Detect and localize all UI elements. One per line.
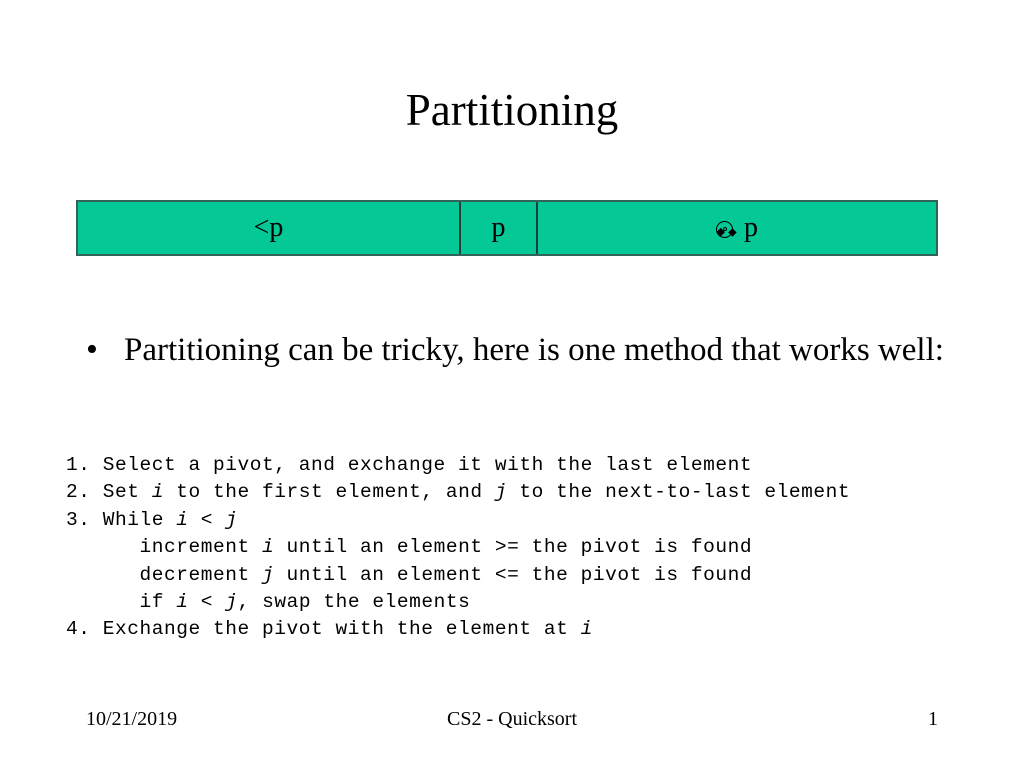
list-item: • Partitioning can be tricky, here is on… <box>86 326 956 374</box>
page-title: Partitioning <box>405 85 619 135</box>
partition-cell-greater-equal-label: p <box>744 212 758 243</box>
footer-title: CS2 - Quicksort <box>447 708 577 730</box>
algorithm-line: 4. Exchange the pivot with the element a… <box>66 618 593 641</box>
algorithm-variable: i <box>176 508 189 531</box>
bullet-marker-icon: • <box>86 331 98 368</box>
algorithm-steps: 1. Select a pivot, and exchange it with … <box>66 452 976 644</box>
partition-cell-pivot: p <box>461 202 538 254</box>
algorithm-variable: i <box>176 591 189 614</box>
partition-cell-greater-equal-pivot: p <box>538 202 936 254</box>
footer-page-number: 1 <box>928 708 938 730</box>
algorithm-variable: j <box>225 508 238 531</box>
algorithm-variable: j <box>494 481 508 504</box>
partition-diagram: <p p p <box>76 200 938 256</box>
algorithm-variable: i <box>580 618 593 641</box>
algorithm-line: increment i until an element >= the pivo… <box>66 536 753 559</box>
partition-cell-less-than-pivot: <p <box>78 202 461 254</box>
algorithm-variable: j <box>262 563 275 586</box>
partition-cell-pivot-label: p <box>491 212 506 243</box>
bullet-list: • Partitioning can be tricky, here is on… <box>86 326 956 374</box>
bullet-text: Partitioning can be tricky, here is one … <box>124 332 944 368</box>
algorithm-line: decrement j until an element <= the pivo… <box>66 563 753 586</box>
algorithm-line: 3. While i < j <box>66 508 238 531</box>
algorithm-variable: j <box>225 591 238 614</box>
partition-cell-less-label: <p <box>253 212 284 243</box>
algorithm-line: if i < j, swap the elements <box>66 591 471 614</box>
algorithm-variable: i <box>151 481 165 504</box>
algorithm-variable: i <box>262 536 275 559</box>
disc-glyph-icon <box>716 220 733 238</box>
algorithm-line: 2. Set i to the first element, and j to … <box>66 481 851 504</box>
slide-footer: 10/21/2019 CS2 - Quicksort 1 <box>0 704 1024 734</box>
algorithm-line: 1. Select a pivot, and exchange it with … <box>66 454 753 476</box>
